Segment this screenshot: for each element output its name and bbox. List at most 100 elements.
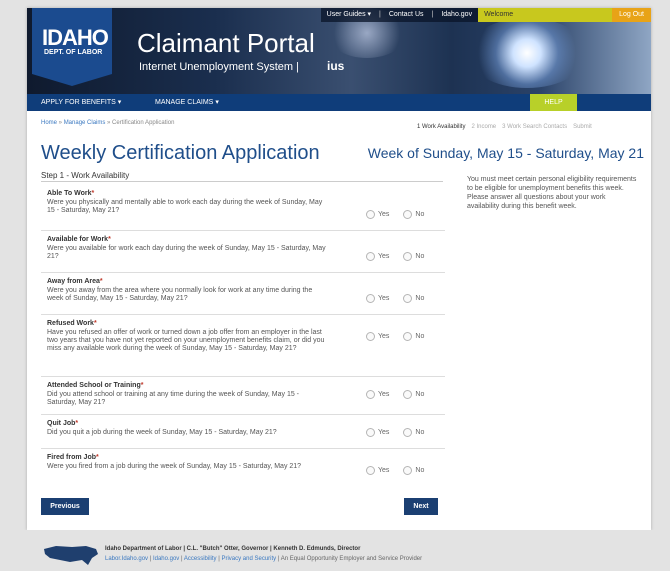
footer-eeo-text: An Equal Opportunity Employer and Servic… xyxy=(280,556,423,562)
question-able-to-work: Able To Work* Were you physically and me… xyxy=(41,184,445,231)
radio-button[interactable] xyxy=(366,252,375,261)
question-title: Quit Job* xyxy=(47,420,78,427)
yes-label: Yes xyxy=(378,467,390,474)
radio-button[interactable] xyxy=(403,252,413,261)
yes-label: Yes xyxy=(378,295,390,302)
step-submit: Submit xyxy=(573,124,592,130)
idaho-dept-labor-logo[interactable]: IDAHO DEPT. OF LABOR xyxy=(32,8,112,86)
radio-button[interactable] xyxy=(403,466,413,475)
no-radio-option[interactable]: No xyxy=(403,294,424,303)
page-title: Weekly Certification Application xyxy=(41,142,320,164)
radio-button[interactable] xyxy=(366,294,375,303)
header-background-welding-spark xyxy=(467,18,587,88)
radio-button[interactable] xyxy=(403,390,413,399)
answer-options: Yes No xyxy=(366,210,424,219)
question-text: Were you fired from a job during the wee… xyxy=(47,463,302,470)
footer-link-idaho-gov[interactable]: Idaho.gov xyxy=(153,556,179,562)
header-banner: IDAHO DEPT. OF LABOR Claimant Portal Int… xyxy=(27,8,651,94)
question-title: Fired from Job* xyxy=(47,454,99,461)
question-text: Were you away from the area where you no… xyxy=(47,287,313,302)
no-label: No xyxy=(415,295,425,302)
page-container: IDAHO DEPT. OF LABOR Claimant Portal Int… xyxy=(27,8,651,530)
radio-button[interactable] xyxy=(403,332,413,341)
required-marker: * xyxy=(108,236,111,243)
yes-radio-option[interactable]: Yes xyxy=(366,252,389,261)
user-guides-label: User Guides xyxy=(326,11,366,18)
yes-radio-option[interactable]: Yes xyxy=(366,466,389,475)
radio-button[interactable] xyxy=(403,294,413,303)
us-map-icon xyxy=(44,546,98,565)
yes-radio-option[interactable]: Yes xyxy=(366,332,389,341)
logo-line1: IDAHO xyxy=(42,25,109,50)
question-text: Have you refused an offer of work or tur… xyxy=(47,329,325,352)
top-utility-bar: User Guides ▾ | Contact Us | Idaho.gov W… xyxy=(320,8,651,22)
required-marker: * xyxy=(99,278,103,285)
caret-down-icon: ▾ xyxy=(215,99,219,106)
required-marker: * xyxy=(75,420,79,427)
radio-button[interactable] xyxy=(403,428,413,437)
yes-radio-option[interactable]: Yes xyxy=(366,390,389,399)
no-radio-option[interactable]: No xyxy=(403,466,424,475)
yes-radio-option[interactable]: Yes xyxy=(366,210,389,219)
question-text: Did you attend school or training at any… xyxy=(47,391,300,406)
portal-subtitle: Internet Unemployment System | xyxy=(139,61,299,73)
radio-button[interactable] xyxy=(366,332,375,341)
no-label: No xyxy=(415,253,425,260)
question-quit-job: Quit Job* Did you quit a job during the … xyxy=(41,414,445,449)
question-text: Did you quit a job during the week of Su… xyxy=(47,429,277,436)
user-guides-menu[interactable]: User Guides ▾ xyxy=(320,8,378,22)
answer-options: Yes No xyxy=(366,428,424,437)
question-away-from-area: Away from Area* Were you away from the a… xyxy=(41,272,445,315)
footer-agency-line: Idaho Department of Labor | C.L. "Butch"… xyxy=(105,546,361,552)
question-title: Available for Work* xyxy=(47,236,111,243)
week-range-heading: Week of Sunday, May 15 - Saturday, May 2… xyxy=(367,145,644,161)
breadcrumb-home[interactable]: Home xyxy=(41,120,57,126)
contact-us-link[interactable]: Contact Us xyxy=(382,8,430,22)
nav-manage-claims[interactable]: MANAGE CLAIMS ▾ xyxy=(155,94,219,111)
radio-button[interactable] xyxy=(366,210,375,219)
yes-radio-option[interactable]: Yes xyxy=(366,428,389,437)
footer-link-privacy-security[interactable]: Privacy and Security xyxy=(221,556,276,562)
welcome-label: Welcome xyxy=(478,8,613,22)
nav-apply-for-benefits[interactable]: APPLY FOR BENEFITS ▾ xyxy=(41,94,121,111)
nav-manage-label: MANAGE CLAIMS xyxy=(155,99,214,106)
question-refused-work: Refused Work* Have you refused an offer … xyxy=(41,314,445,377)
radio-button[interactable] xyxy=(366,428,375,437)
eligibility-info-text: You must meet certain personal eligibili… xyxy=(467,176,637,210)
no-radio-option[interactable]: No xyxy=(403,252,424,261)
no-label: No xyxy=(415,391,425,398)
yes-label: Yes xyxy=(378,211,390,218)
answer-options: Yes No xyxy=(366,332,424,341)
no-radio-option[interactable]: No xyxy=(403,332,424,341)
footer-links: Labor.Idaho.gov | Idaho.gov | Accessibil… xyxy=(105,556,423,562)
idaho-gov-link[interactable]: Idaho.gov xyxy=(435,8,479,22)
next-button[interactable]: Next xyxy=(404,498,438,515)
yes-label: Yes xyxy=(378,391,390,398)
radio-button[interactable] xyxy=(403,210,413,219)
required-marker: * xyxy=(93,320,97,327)
radio-button[interactable] xyxy=(366,466,375,475)
yes-radio-option[interactable]: Yes xyxy=(366,294,389,303)
question-title-text: Fired from Job xyxy=(47,454,97,461)
yes-label: Yes xyxy=(378,333,390,340)
no-radio-option[interactable]: No xyxy=(403,390,424,399)
answer-options: Yes No xyxy=(366,466,424,475)
step-progress: 1 Work Availability 2 Income 3 Work Sear… xyxy=(417,124,592,130)
no-radio-option[interactable]: No xyxy=(403,210,424,219)
question-title-text: Quit Job xyxy=(47,420,76,427)
no-radio-option[interactable]: No xyxy=(403,428,424,437)
logout-button[interactable]: Log Out xyxy=(612,8,651,22)
answer-options: Yes No xyxy=(366,390,424,399)
footer-link-labor-idaho-gov[interactable]: Labor.Idaho.gov xyxy=(105,556,148,562)
previous-button[interactable]: Previous xyxy=(41,498,89,515)
answer-options: Yes No xyxy=(366,252,424,261)
no-label: No xyxy=(415,429,425,436)
breadcrumb-manage-claims[interactable]: Manage Claims xyxy=(64,120,106,126)
help-button[interactable]: HELP xyxy=(530,94,577,111)
caret-down-icon: ▾ xyxy=(367,11,372,18)
question-fired-from-job: Fired from Job* Were you fired from a jo… xyxy=(41,448,445,486)
breadcrumb-current: Certification Application xyxy=(112,120,175,126)
radio-button[interactable] xyxy=(366,390,375,399)
question-title: Attended School or Training* xyxy=(47,382,143,389)
footer-link-accessibility[interactable]: Accessibility xyxy=(184,556,217,562)
